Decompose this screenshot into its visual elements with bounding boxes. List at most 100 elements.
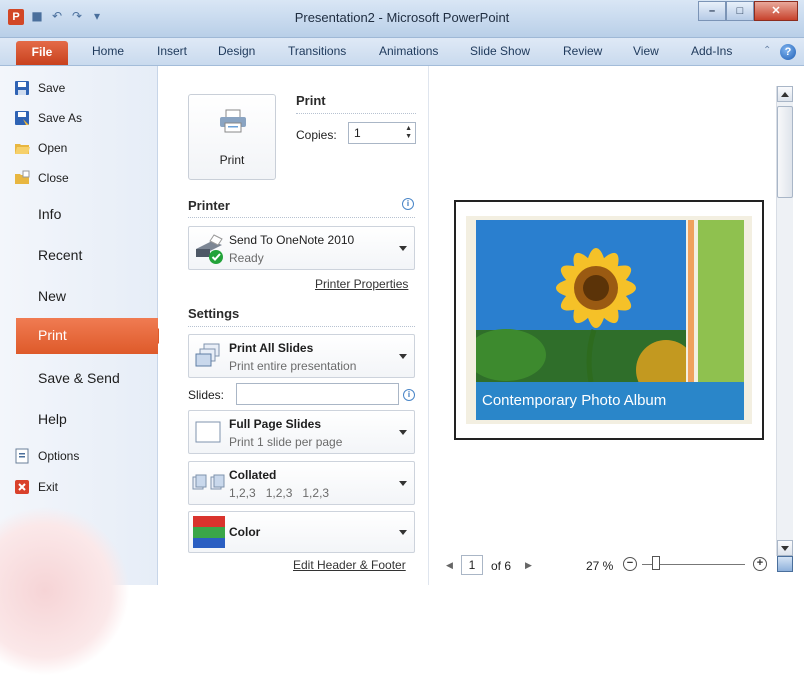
open-folder-icon [15, 144, 30, 154]
scroll-up-icon[interactable] [777, 86, 793, 102]
color-dropdown[interactable]: Color [188, 511, 415, 553]
slides-info-icon[interactable]: i [403, 389, 415, 401]
print-button-label: Print [219, 153, 245, 167]
nav-close[interactable]: Close [38, 171, 69, 185]
print-range-dropdown[interactable]: Print All Slides Print entire presentati… [188, 334, 415, 378]
decorative-swirl [0, 506, 130, 676]
previous-page-icon[interactable]: ◀ [446, 561, 453, 571]
full-page-slide-icon [195, 421, 221, 443]
printer-dropdown[interactable]: Send To OneNote 2010 Ready [188, 226, 415, 270]
divider [188, 217, 415, 218]
zoom-slider-thumb[interactable] [652, 556, 660, 570]
collation-subtitle: 1,2,3 1,2,3 1,2,3 [229, 486, 330, 500]
tab-home[interactable]: Home [92, 44, 124, 58]
tab-file[interactable]: File [16, 41, 68, 65]
minimize-ribbon-icon[interactable]: ⌃ [763, 45, 771, 56]
exit-icon [15, 480, 29, 494]
color-title: Color [229, 525, 261, 539]
print-heading: Print [296, 93, 326, 108]
backstage-nav: Save Save As Open Close Info Recent New … [0, 66, 166, 676]
zoom-in-icon[interactable]: + [753, 557, 767, 571]
tab-animations[interactable]: Animations [379, 44, 438, 58]
tab-transitions[interactable]: Transitions [288, 44, 346, 58]
ribbon-tabs: File Home Insert Design Transitions Anim… [0, 38, 804, 66]
print-preview: Contemporary Photo Album [430, 66, 804, 585]
page-count: of 6 [491, 559, 512, 573]
tab-insert[interactable]: Insert [157, 44, 187, 58]
save-as-icon [15, 111, 29, 125]
nav-print-label: Print [38, 327, 67, 343]
accent-stripe-orange [688, 220, 694, 382]
slide-caption: Contemporary Photo Album [476, 382, 744, 420]
nav-recent[interactable]: Recent [38, 247, 82, 263]
nav-exit[interactable]: Exit [38, 480, 58, 494]
tab-add-ins[interactable]: Add-Ins [691, 44, 732, 58]
copies-spin-icon[interactable]: ▲ ▼ [405, 125, 412, 141]
nav-print-selected[interactable]: Print [16, 318, 166, 354]
chevron-down-icon [399, 430, 407, 435]
nav-save-as[interactable]: Save As [38, 111, 82, 125]
print-layout-dropdown[interactable]: Full Page Slides Print 1 slide per page [188, 410, 415, 454]
copies-value: 1 [354, 126, 361, 140]
tab-slide-show[interactable]: Slide Show [470, 44, 530, 58]
divider [296, 113, 416, 114]
printer-name: Send To OneNote 2010 [229, 233, 355, 247]
print-range-subtitle: Print entire presentation [229, 359, 357, 373]
preview-status-bar: ◀ 1 of 6 ▶ 27 % − + [430, 550, 804, 585]
chevron-down-icon [399, 530, 407, 535]
close-button[interactable]: ✕ [754, 1, 798, 21]
save-icon [15, 81, 29, 95]
settings-heading: Settings [188, 306, 240, 321]
copies-stepper[interactable]: 1 ▲ ▼ [348, 122, 416, 144]
vertical-scrollbar[interactable] [776, 86, 793, 556]
print-layout-subtitle: Print 1 slide per page [229, 435, 343, 449]
nav-info[interactable]: Info [38, 206, 61, 222]
chevron-down-icon [399, 481, 407, 486]
printer-status: Ready [229, 251, 264, 265]
printer-properties-link[interactable]: Printer Properties [315, 277, 408, 291]
tab-view[interactable]: View [633, 44, 659, 58]
slides-label: Slides: [188, 388, 225, 402]
scroll-thumb[interactable] [777, 106, 793, 198]
printer-heading: Printer [188, 198, 230, 213]
title-bar: P ■ ↶ ↷ ▾ Presentation2 - Microsoft Powe… [0, 0, 804, 38]
print-layout-title: Full Page Slides [229, 417, 322, 431]
preview-page: Contemporary Photo Album [454, 200, 764, 440]
printer-info-icon[interactable]: i [402, 198, 414, 210]
help-icon[interactable]: ? [780, 44, 796, 60]
sunflower-photo [476, 220, 686, 382]
collation-dropdown[interactable]: Collated 1,2,3 1,2,3 1,2,3 [188, 461, 415, 505]
nav-save[interactable]: Save [38, 81, 65, 95]
slides-input[interactable] [236, 383, 399, 405]
print-button[interactable]: Print [188, 94, 276, 180]
print-options-panel: Print Print Copies: 1 ▲ ▼ Printer i Send … [159, 66, 429, 585]
page-number-input[interactable]: 1 [461, 555, 483, 575]
slide-thumbnail: Contemporary Photo Album [466, 216, 752, 424]
tab-review[interactable]: Review [563, 44, 602, 58]
all-slides-icon [195, 343, 220, 367]
printer-ready-icon [196, 234, 223, 264]
nav-help[interactable]: Help [38, 411, 67, 427]
nav-new[interactable]: New [38, 288, 66, 304]
printer-icon [220, 109, 246, 133]
nav-save-and-send[interactable]: Save & Send [38, 370, 120, 386]
maximize-button[interactable]: □ [726, 1, 754, 21]
close-folder-icon [15, 170, 30, 184]
collation-title: Collated [229, 468, 277, 482]
divider [188, 326, 415, 327]
copies-label: Copies: [296, 128, 337, 142]
edit-header-footer-link[interactable]: Edit Header & Footer [293, 558, 406, 572]
zoom-out-icon[interactable]: − [623, 557, 637, 571]
next-page-icon[interactable]: ▶ [525, 561, 532, 571]
collated-icon [192, 474, 225, 490]
nav-options[interactable]: Options [38, 449, 79, 463]
options-icon [15, 448, 29, 464]
accent-stripe-green [698, 220, 744, 382]
print-range-title: Print All Slides [229, 341, 314, 355]
minimize-button[interactable]: – [698, 1, 726, 21]
zoom-to-page-icon[interactable] [777, 556, 793, 572]
zoom-level: 27 % [586, 559, 614, 573]
chevron-down-icon [399, 246, 407, 251]
nav-open[interactable]: Open [38, 141, 67, 155]
tab-design[interactable]: Design [218, 44, 255, 58]
